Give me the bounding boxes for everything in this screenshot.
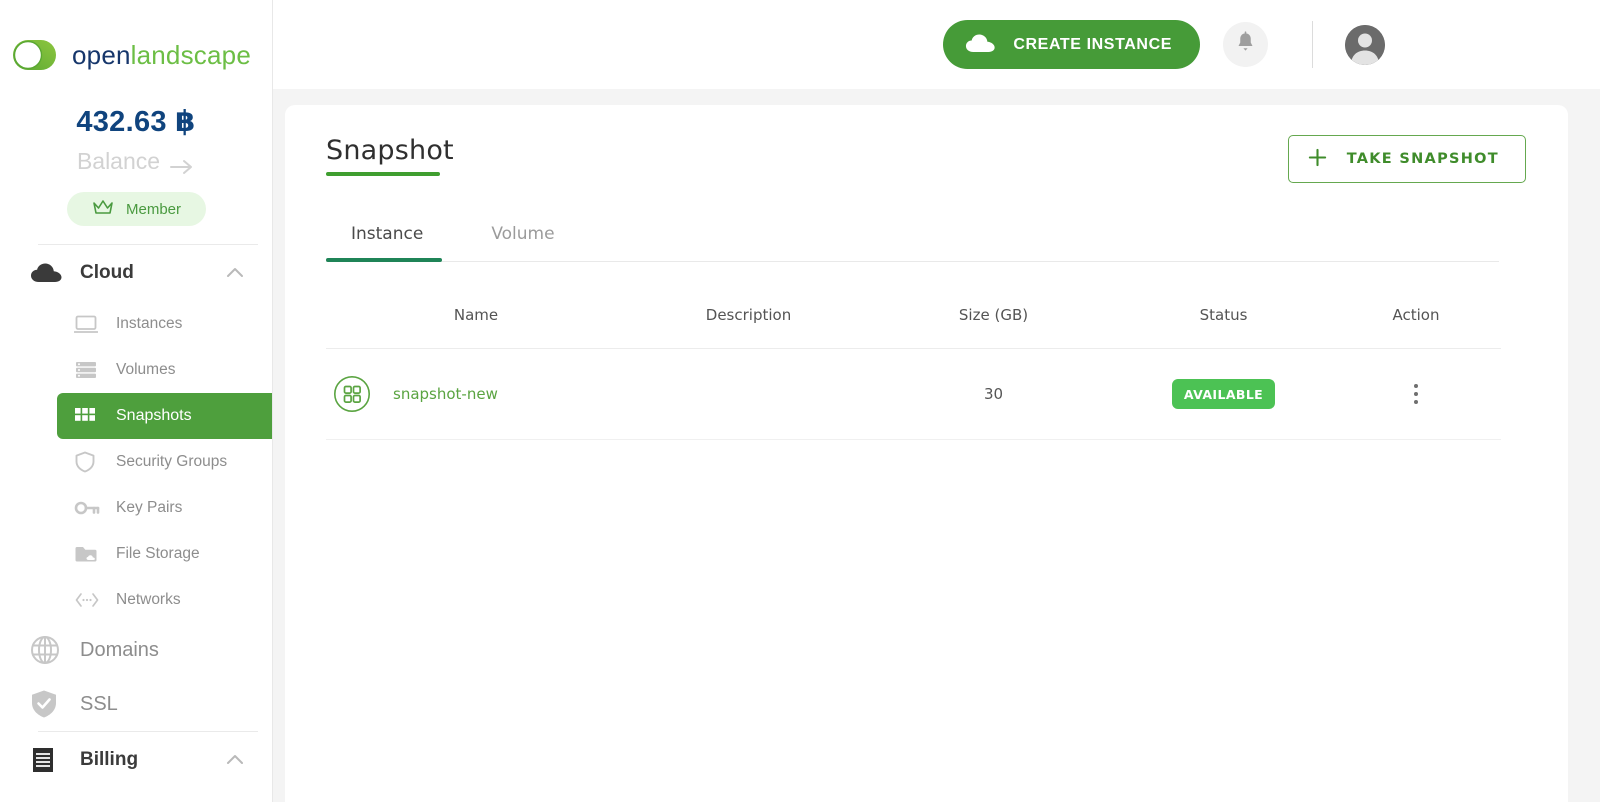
sidebar-group-cloud-label: Cloud [80,262,134,283]
sidebar-item-instances[interactable]: Instances [57,301,272,347]
member-badge[interactable]: Member [66,192,206,226]
sidebar-item-file-storage-label: File Storage [116,545,200,562]
topbar-divider [1312,21,1313,68]
sidebar-group-billing-label: Billing [80,749,139,770]
network-nodes-icon [74,592,112,608]
tab-instance[interactable]: Instance [351,224,423,261]
sidebar-item-networks-label: Networks [116,591,181,608]
sidebar-group-domains-label: Domains [80,638,159,661]
kebab-dot-2 [1414,392,1418,396]
sidebar-item-security-groups-label: Security Groups [116,453,228,470]
chevron-up-icon-billing[interactable] [224,749,246,771]
shield-icon [74,451,112,473]
balance-amount: 432.63 ฿ [76,106,196,138]
cell-status: AVAILABLE [1116,348,1331,440]
balance-label: Balance [76,148,161,174]
brand-name: openlandscape [72,40,251,71]
tab-baseline [326,261,1499,262]
key-icon [74,499,112,517]
sidebar-group-cloud[interactable]: Cloud [0,245,272,301]
page-title: Snapshot [326,135,454,166]
sidebar-group-domains[interactable]: Domains [0,623,272,677]
cell-action [1331,348,1501,440]
balance-link[interactable]: Balance [0,148,272,175]
topbar: CREATE INSTANCE [273,0,1600,89]
shield-check-icon [30,689,74,719]
sidebar-group-ssl-label: SSL [80,692,118,715]
member-label: Member [125,200,181,218]
brand-logo[interactable]: openlandscape [0,0,272,88]
kebab-menu-icon[interactable] [1403,381,1429,407]
tab-active-indicator [326,258,442,262]
snapshot-grid-icon [333,375,371,413]
brand-name-dark: open [72,39,131,70]
sidebar-item-volumes[interactable]: Volumes [57,347,272,393]
arrow-right-icon [169,154,195,174]
sidebar-item-instances-label: Instances [116,315,183,332]
snapshot-card: Snapshot TAKE SNAPSHOT Instance Volume N… [285,105,1568,802]
notifications-button[interactable] [1223,22,1268,67]
chevron-up-icon[interactable] [224,262,246,284]
sidebar: openlandscape 432.63 ฿ Balance Member Cl… [0,0,273,802]
receipt-icon [30,746,74,774]
table-row[interactable]: snapshot-new 30 AVAILABLE [326,348,1501,440]
sidebar-item-snapshots-label: Snapshots [116,407,192,424]
page-title-underline [326,172,440,176]
crown-icon [91,198,115,221]
column-header-action: Action [1331,264,1501,349]
snapshot-name-cell: snapshot-new [326,375,626,413]
column-header-status: Status [1116,264,1331,349]
bell-icon [1235,30,1256,59]
storage-list-icon [74,360,112,380]
sidebar-item-volumes-label: Volumes [116,361,176,378]
plus-icon [1307,147,1328,171]
sidebar-group-ssl[interactable]: SSL [0,677,272,731]
tab-volume[interactable]: Volume [491,224,554,261]
app-root: openlandscape 432.63 ฿ Balance Member Cl… [0,0,1600,802]
create-instance-button[interactable]: CREATE INSTANCE [943,20,1200,69]
sidebar-item-key-pairs-label: Key Pairs [116,499,183,516]
create-instance-label: CREATE INSTANCE [1013,35,1172,53]
grid-icon [74,405,112,427]
sidebar-item-networks[interactable]: Networks [57,577,272,623]
page-title-block: Snapshot [326,135,454,176]
folder-cloud-icon [74,544,112,564]
sidebar-item-file-storage[interactable]: File Storage [57,531,272,577]
table-body: snapshot-new 30 AVAILABLE [326,348,1501,440]
tab-row: Instance Volume [326,224,1526,261]
brand-name-light: landscape [130,39,251,70]
user-avatar-icon[interactable] [1345,24,1385,65]
tab-instance-label: Instance [351,224,424,244]
cell-size: 30 [871,348,1116,440]
openlandscape-logo-icon [8,32,70,78]
tab-volume-label: Volume [491,224,555,244]
sidebar-group-billing[interactable]: Billing [0,732,272,788]
take-snapshot-label: TAKE SNAPSHOT [1346,151,1499,167]
snapshot-name-link[interactable]: snapshot-new [393,385,498,403]
cloud-icon [965,33,997,57]
table-head: Name Description Size (GB) Status Action [326,264,1501,349]
globe-icon [30,635,74,665]
monitor-icon [74,314,112,334]
table-header-row: Name Description Size (GB) Status Action [326,264,1501,349]
status-badge: AVAILABLE [1171,379,1276,409]
main-content: Snapshot TAKE SNAPSHOT Instance Volume N… [273,89,1600,802]
sidebar-item-snapshots[interactable]: Snapshots [57,393,272,439]
take-snapshot-button[interactable]: TAKE SNAPSHOT [1287,135,1526,183]
column-header-name: Name [326,264,626,349]
card-header: Snapshot TAKE SNAPSHOT [326,135,1526,183]
sidebar-item-security-groups[interactable]: Security Groups [57,439,272,485]
column-header-size: Size (GB) [871,264,1116,349]
kebab-dot-1 [1414,384,1418,388]
column-header-description: Description [626,264,871,349]
tabs: Instance Volume [326,224,1526,262]
balance-block: 432.63 ฿ Balance Member [0,88,272,245]
cell-name: snapshot-new [326,348,626,440]
kebab-dot-3 [1414,400,1418,404]
sidebar-item-key-pairs[interactable]: Key Pairs [57,485,272,531]
cell-description [626,348,871,440]
snapshot-table: Name Description Size (GB) Status Action [326,264,1501,440]
cloud-icon [30,262,74,284]
